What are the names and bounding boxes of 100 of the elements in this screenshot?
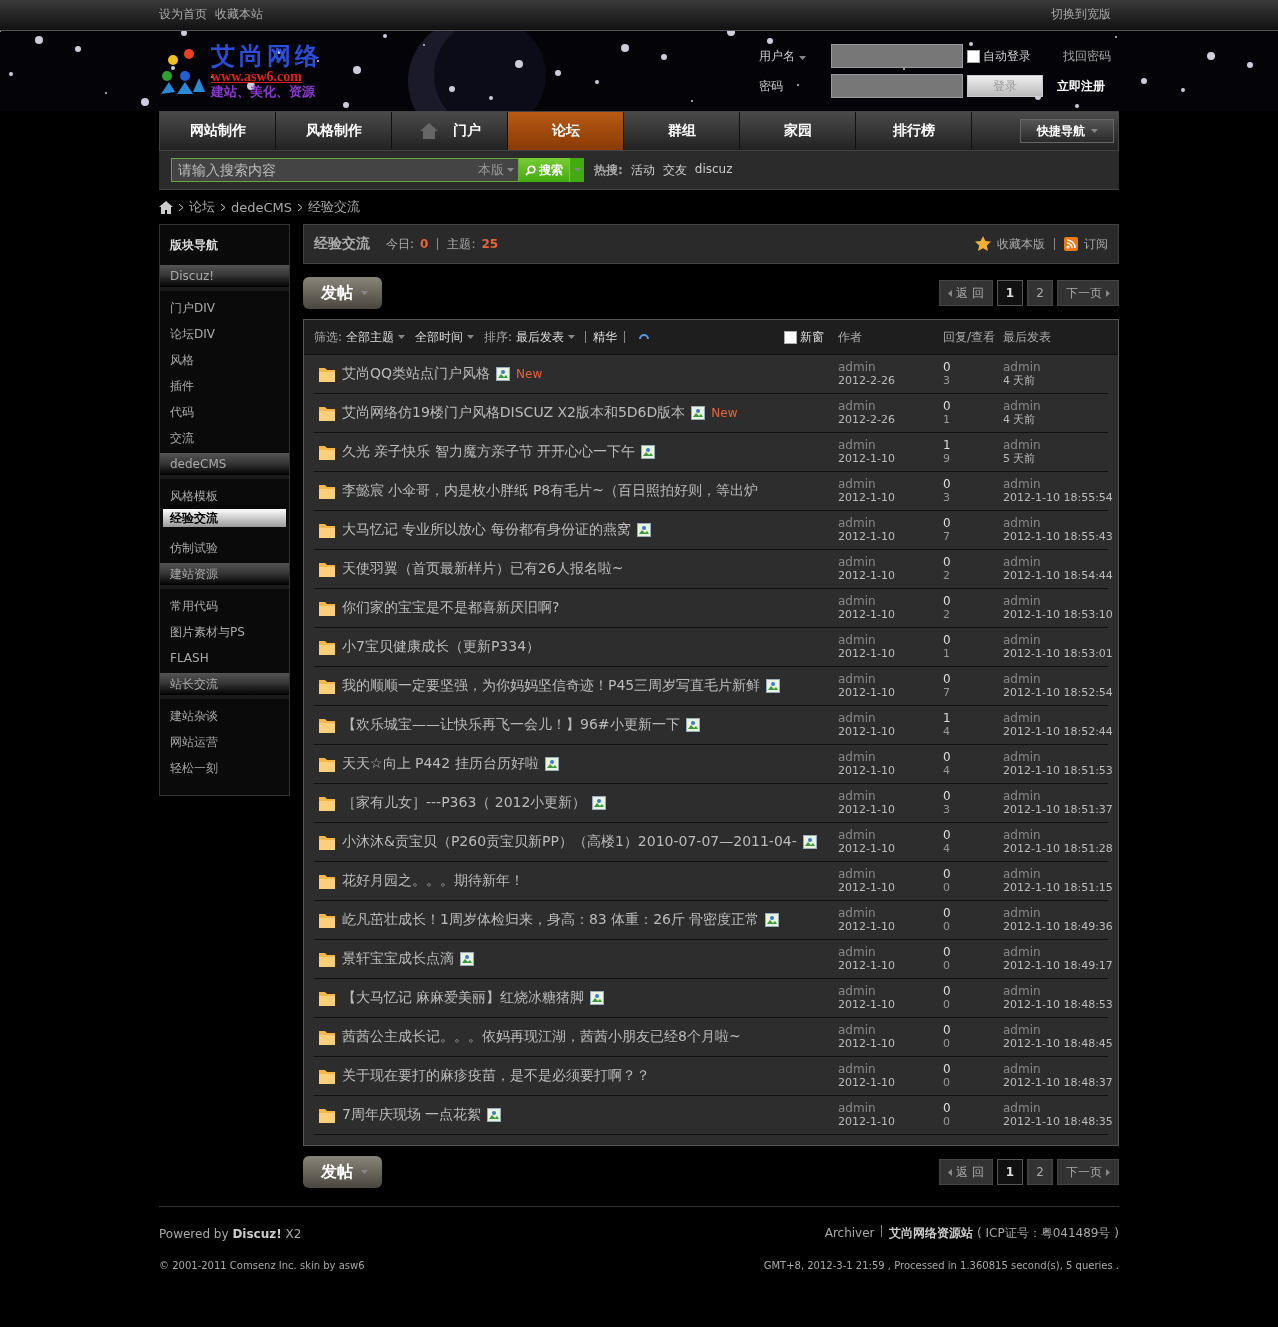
wide-mode-link[interactable]: 切换到宽版 bbox=[1051, 5, 1111, 23]
time-filter[interactable]: 全部时间 bbox=[415, 328, 464, 346]
author-link[interactable]: admin bbox=[838, 360, 943, 374]
thread-title[interactable]: 久光 亲子快乐 智力魔方亲子节 开开心心一下午 bbox=[342, 443, 636, 461]
author-link[interactable]: admin bbox=[838, 594, 943, 608]
last-poster-link[interactable]: admin bbox=[1003, 516, 1108, 530]
sidebar-item[interactable]: 轻松一刻 bbox=[160, 755, 289, 781]
new-post-button[interactable]: 发帖 bbox=[303, 277, 382, 309]
author-link[interactable]: admin bbox=[838, 1101, 943, 1115]
last-poster-link[interactable]: admin bbox=[1003, 399, 1108, 413]
page-button[interactable]: 2 bbox=[1027, 280, 1053, 306]
nav-tab[interactable]: 论坛 bbox=[508, 112, 624, 150]
nav-tab[interactable]: 网站制作 bbox=[160, 112, 276, 150]
digest-link[interactable]: 精华 bbox=[593, 328, 618, 346]
quick-nav-button[interactable]: 快捷导航 bbox=[1020, 119, 1114, 143]
last-poster-link[interactable]: admin bbox=[1003, 945, 1108, 959]
breadcrumb-link[interactable]: 经验交流 bbox=[308, 198, 361, 216]
thread-title[interactable]: 你们家的宝宝是不是都喜新厌旧啊? bbox=[342, 599, 560, 617]
author-link[interactable]: admin bbox=[838, 789, 943, 803]
author-link[interactable]: admin bbox=[838, 516, 943, 530]
nav-tab[interactable]: 家园 bbox=[740, 112, 856, 150]
nav-tab[interactable]: 群组 bbox=[624, 112, 740, 150]
author-link[interactable]: admin bbox=[838, 1062, 943, 1076]
last-poster-link[interactable]: admin bbox=[1003, 906, 1108, 920]
hot-search-link[interactable]: discuz bbox=[694, 161, 733, 179]
last-poster-link[interactable]: admin bbox=[1003, 1101, 1108, 1115]
last-poster-link[interactable]: admin bbox=[1003, 555, 1108, 569]
page-button[interactable]: 1 bbox=[996, 1159, 1023, 1185]
site-link[interactable]: 艾尚网络资源站 bbox=[889, 1226, 974, 1240]
sidebar-item[interactable]: 门户DIV bbox=[160, 295, 289, 321]
thread-title[interactable]: 李懿宸 小伞哥，内是枚小胖纸 P8有毛片~（百日照拍好则，等出炉 bbox=[342, 482, 758, 500]
breadcrumb-link[interactable]: dedeCMS bbox=[231, 199, 293, 215]
thread-title[interactable]: 天使羽翼（首页最新样片）已有26人报名啦~ bbox=[342, 560, 624, 578]
author-link[interactable]: admin bbox=[838, 672, 943, 686]
hot-search-link[interactable]: 交友 bbox=[662, 161, 687, 179]
last-poster-link[interactable]: admin bbox=[1003, 789, 1108, 803]
sidebar-group[interactable]: 站长交流 bbox=[160, 673, 289, 699]
forgot-password-link[interactable]: 找回密码 bbox=[1063, 47, 1111, 65]
breadcrumb-link[interactable]: 论坛 bbox=[189, 198, 215, 216]
back-button[interactable]: 返 回 bbox=[938, 1159, 993, 1185]
author-link[interactable]: admin bbox=[838, 945, 943, 959]
sidebar-item[interactable]: 经验交流 bbox=[163, 509, 286, 527]
last-poster-link[interactable]: admin bbox=[1003, 438, 1108, 452]
sidebar-item[interactable]: 图片素材与PS bbox=[160, 619, 289, 645]
username-field[interactable] bbox=[831, 44, 963, 68]
sidebar-item[interactable]: 常用代码 bbox=[160, 593, 289, 619]
author-link[interactable]: admin bbox=[838, 633, 943, 647]
archiver-link[interactable]: Archiver bbox=[824, 1226, 875, 1240]
thread-title[interactable]: 【欢乐城宝——让快乐再飞一会儿！】96#小更新一下 bbox=[342, 716, 680, 734]
last-poster-link[interactable]: admin bbox=[1003, 711, 1108, 725]
search-field[interactable]: 请输入搜索内容 本版 bbox=[171, 158, 519, 182]
next-page-button[interactable]: 下一页 bbox=[1057, 280, 1119, 306]
sort-filter[interactable]: 最后发表 bbox=[516, 328, 565, 346]
thread-title[interactable]: 我的顺顺一定要坚强，为你妈妈坚信奇迹！P45三周岁写直毛片新鲜 bbox=[342, 677, 761, 695]
last-poster-link[interactable]: admin bbox=[1003, 828, 1108, 842]
hot-search-link[interactable]: 活动 bbox=[630, 161, 655, 179]
thread-title[interactable]: 茜茜公主成长记。。。依妈再现江湖，茜茜小朋友已经8个月啦~ bbox=[342, 1028, 741, 1046]
author-link[interactable]: admin bbox=[838, 438, 943, 452]
thread-title[interactable]: 屹凡茁壮成长！1周岁体检归来，身高：83 体重：26斤 骨密度正常 bbox=[342, 911, 760, 929]
last-poster-link[interactable]: admin bbox=[1003, 750, 1108, 764]
thread-title[interactable]: 景轩宝宝成长点滴 bbox=[342, 950, 454, 968]
author-link[interactable]: admin bbox=[838, 828, 943, 842]
thread-title[interactable]: 天天☆向上 P442 挂历台历好啦 bbox=[342, 755, 539, 773]
thread-title[interactable]: 艾尚网络仿19楼门户风格DISCUZ X2版本和5D6D版本 bbox=[342, 404, 686, 422]
nav-tab[interactable]: 风格制作 bbox=[276, 112, 392, 150]
nav-tab[interactable]: 排行榜 bbox=[856, 112, 972, 150]
password-field[interactable] bbox=[831, 74, 963, 98]
top-link[interactable]: 收藏本站 bbox=[215, 6, 263, 21]
sidebar-group[interactable]: 建站资源 bbox=[160, 563, 289, 589]
thread-title[interactable]: ［家有儿女］---P363（ 2012小更新） bbox=[342, 794, 587, 812]
thread-title[interactable]: 7周年庆现场 一点花絮 bbox=[342, 1106, 482, 1124]
sidebar-item[interactable]: 代码 bbox=[160, 399, 289, 425]
top-link[interactable]: 设为首页 bbox=[159, 6, 207, 21]
thread-title[interactable]: 花好月园之。。。期待新年！ bbox=[342, 872, 524, 890]
last-poster-link[interactable]: admin bbox=[1003, 360, 1108, 374]
sidebar-item[interactable]: 插件 bbox=[160, 373, 289, 399]
thread-title[interactable]: 大马忆记 专业所以放心 每份都有身份证的燕窝 bbox=[342, 521, 631, 539]
subscribe-link[interactable]: 订阅 bbox=[1084, 235, 1108, 253]
author-link[interactable]: admin bbox=[838, 399, 943, 413]
last-poster-link[interactable]: admin bbox=[1003, 477, 1108, 491]
new-post-button[interactable]: 发帖 bbox=[303, 1156, 382, 1188]
register-link[interactable]: 立即注册 bbox=[1057, 77, 1119, 95]
last-poster-link[interactable]: admin bbox=[1003, 1062, 1108, 1076]
last-poster-link[interactable]: admin bbox=[1003, 672, 1108, 686]
back-button[interactable]: 返 回 bbox=[938, 280, 993, 306]
sidebar-item[interactable]: 网站运营 bbox=[160, 729, 289, 755]
last-poster-link[interactable]: admin bbox=[1003, 633, 1108, 647]
sidebar-item[interactable]: 风格模板 bbox=[160, 483, 289, 509]
thread-title[interactable]: 关于现在要打的麻疹疫苗，是不是必须要打啊？？ bbox=[342, 1067, 650, 1085]
thread-title[interactable]: 小7宝贝健康成长（更新P334） bbox=[342, 638, 541, 656]
sidebar-item[interactable]: 仿制试验 bbox=[160, 535, 289, 561]
author-link[interactable]: admin bbox=[838, 906, 943, 920]
author-link[interactable]: admin bbox=[838, 477, 943, 491]
new-window-checkbox[interactable]: 新窗 bbox=[784, 328, 824, 346]
next-page-button[interactable]: 下一页 bbox=[1057, 1159, 1119, 1185]
sidebar-item[interactable]: 交流 bbox=[160, 425, 289, 451]
sidebar-item[interactable]: 论坛DIV bbox=[160, 321, 289, 347]
sidebar-item[interactable]: 风格 bbox=[160, 347, 289, 373]
type-filter[interactable]: 全部主题 bbox=[346, 328, 395, 346]
thread-title[interactable]: 艾尚QQ类站点门户风格 bbox=[342, 365, 491, 383]
